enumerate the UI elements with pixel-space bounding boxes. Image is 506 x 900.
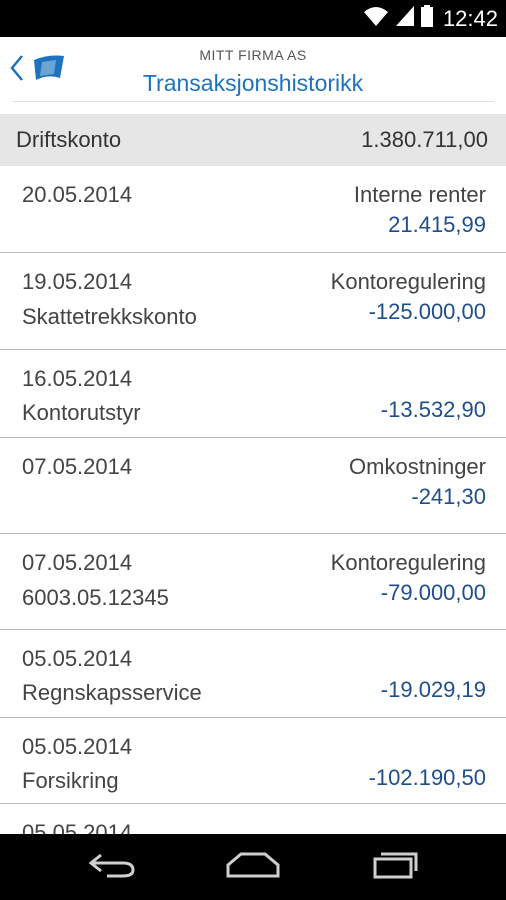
transaction-category: Interne renter (353, 182, 486, 207)
transaction-category: Kontoregulering (330, 550, 486, 575)
transaction-row[interactable]: 07.05.2014 Omkostninger -241,30 (0, 438, 506, 534)
transaction-date: 07.05.2014 (22, 550, 133, 575)
system-nav-bar (0, 834, 506, 900)
transaction-date: 05.05.2014 (22, 820, 133, 834)
account-summary-row[interactable]: Driftskonto 1.380.711,00 (0, 114, 506, 166)
transaction-description: Skattetrekkskonto (22, 304, 197, 329)
signal-icon (395, 5, 415, 32)
nav-home-button[interactable] (213, 846, 293, 888)
transaction-amount: -13.532,90 (380, 397, 486, 422)
transaction-row[interactable]: 05.05.2014 Forsikring -102.190,50 (0, 718, 506, 804)
transaction-amount: -102.190,50 (368, 765, 486, 790)
transaction-category: Omkostninger (349, 454, 486, 479)
transaction-row[interactable]: 16.05.2014 Kontorutstyr -13.532,90 (0, 350, 506, 438)
transaction-amount: -125.000,00 (368, 299, 486, 324)
status-icons: 12:42 (363, 0, 498, 37)
transaction-category: Kontoregulering (330, 269, 486, 294)
transaction-amount: 21.415,99 (388, 212, 486, 237)
transaction-description: Regnskapsservice (22, 680, 202, 705)
transaction-date: 20.05.2014 (22, 182, 133, 207)
wifi-icon (363, 5, 389, 32)
transaction-date: 07.05.2014 (22, 454, 133, 479)
transaction-date: 19.05.2014 (22, 269, 133, 294)
account-name: Driftskonto (16, 127, 122, 152)
transaction-row[interactable]: 20.05.2014 Interne renter 21.415,99 (0, 166, 506, 253)
company-name: MITT FIRMA AS (199, 47, 307, 63)
transaction-date: 05.05.2014 (22, 646, 133, 671)
nav-back-button[interactable] (72, 846, 152, 888)
transaction-amount: -79.000,00 (380, 580, 486, 605)
battery-icon (420, 5, 433, 32)
transaction-list[interactable]: 20.05.2014 Interne renter 21.415,99 19.0… (0, 166, 506, 834)
status-bar: 12:42 (0, 0, 506, 37)
recents-nav-icon (371, 851, 419, 884)
back-nav-icon (87, 851, 137, 884)
nav-recents-button[interactable] (355, 846, 435, 888)
page-title: Transaksjonshistorikk (142, 70, 364, 96)
transaction-amount: -19.029,19 (380, 677, 486, 702)
header-divider (12, 101, 494, 102)
transaction-amount: -241,30 (411, 484, 486, 509)
transaction-row[interactable]: 05.05.2014 (0, 804, 506, 834)
transaction-row[interactable]: 19.05.2014 Skattetrekkskonto Kontoregule… (0, 253, 506, 350)
account-balance: 1.380.711,00 (361, 127, 488, 152)
status-time: 12:42 (442, 5, 498, 31)
home-nav-icon (225, 851, 281, 884)
transaction-row[interactable]: 05.05.2014 Regnskapsservice -19.029,19 (0, 630, 506, 718)
transaction-date: 16.05.2014 (22, 366, 133, 391)
transaction-description: 6003.05.12345 (22, 585, 169, 610)
transaction-row[interactable]: 07.05.2014 6003.05.12345 Kontoregulering… (0, 534, 506, 630)
transaction-description: Forsikring (22, 768, 119, 793)
transaction-description: Kontorutstyr (22, 400, 141, 425)
transaction-date: 05.05.2014 (22, 734, 133, 759)
